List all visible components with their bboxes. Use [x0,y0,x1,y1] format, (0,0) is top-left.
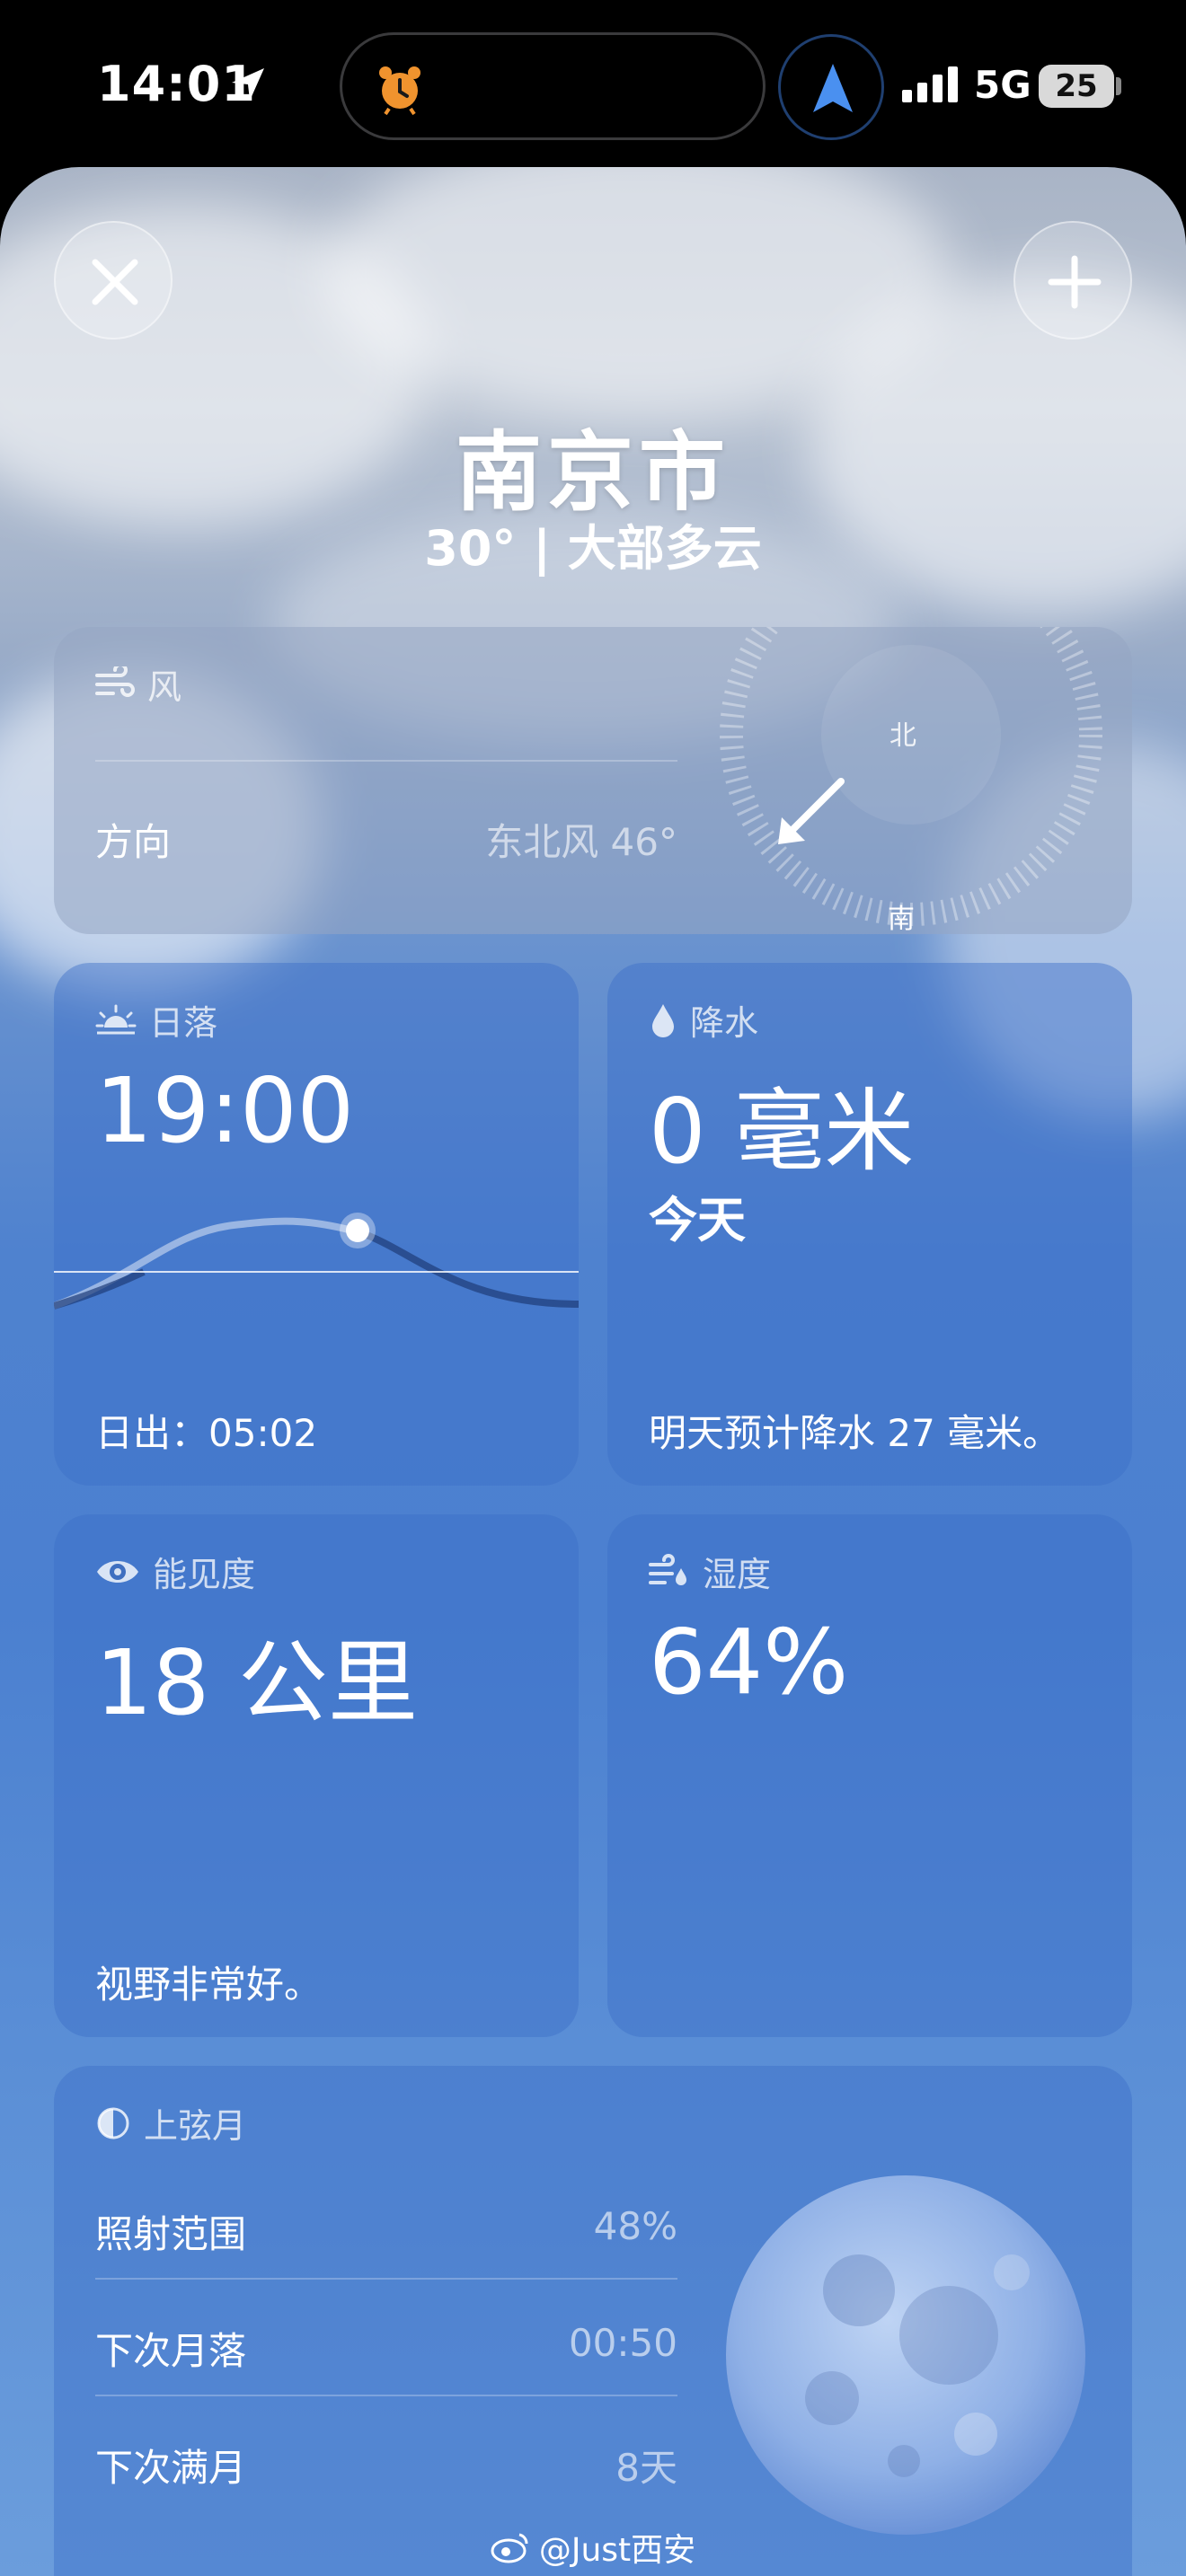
wind-card-title: 风 [147,667,182,707]
next-full-moon-label: 下次满月 [95,2446,247,2490]
watermark: @Just西安 [0,2524,1186,2571]
divider [95,2395,677,2396]
precipitation-period: 今天 [649,1192,746,1248]
wind-direction-value: 东北风 46° [485,820,677,864]
next-moonset-value: 00:50 [568,2321,677,2365]
weibo-logo-icon [491,2533,528,2563]
wind-card-header: 风 [95,659,181,709]
moon-illumination-value: 48% [593,2204,677,2248]
battery-indicator: 25 [1039,65,1114,108]
divider [95,2278,677,2280]
divider [95,760,677,762]
next-moonset-label: 下次月落 [95,2329,247,2373]
moon-illumination-label: 照射范围 [95,2212,247,2256]
wind-direction-label: 方向 [95,820,172,864]
navigation-indicator[interactable] [778,34,884,140]
visibility-card-title: 能见度 [153,1555,256,1594]
moon-card[interactable]: 上弦月 照射范围 48% 下次月落 00:50 下次满月 8天 [54,2066,1132,2576]
visibility-card[interactable]: 能见度 18 公里 视野非常好。 [54,1514,579,2037]
sunset-card-header: 日落 [95,995,217,1045]
visibility-card-header: 能见度 [95,1547,255,1596]
humidity-value: 64% [649,1610,849,1715]
compass-south-label: 南 [888,904,915,935]
navigation-arrow-icon [813,64,853,112]
sunset-time: 19:00 [95,1058,355,1163]
next-full-moon-value: 8天 [615,2446,677,2490]
watermark-text: @Just西安 [538,2532,696,2569]
wind-direction-arrow-icon [778,778,845,844]
precipitation-amount: 0 毫米 [649,1079,915,1184]
network-type: 5G [974,63,1031,107]
precipitation-card-header: 降水 [649,995,758,1045]
wind-icon [95,666,135,697]
plus-icon [1048,255,1102,309]
close-button[interactable] [54,221,173,340]
moon-image [726,2175,1085,2535]
location-arrow-icon [228,65,268,108]
humidity-icon [649,1553,686,1585]
humidity-card[interactable]: 湿度 64% [607,1514,1132,2037]
humidity-card-header: 湿度 [649,1547,771,1596]
battery-tip [1116,77,1121,95]
sun-path-graph [54,1213,579,1310]
precipitation-card[interactable]: 降水 0 毫米 今天 明天预计降水 27 毫米。 [607,963,1132,1486]
wind-card[interactable]: 风 方向 东北风 46° 北 南 [54,627,1132,935]
cellular-signal-icon [902,66,961,106]
alarm-icon [373,62,427,119]
moon-phase-icon [97,2107,129,2139]
weather-sheet: 南京市 30° | 大部多云 风 方向 东北风 46° 北 南 日落 19:00… [0,167,1186,2576]
precipitation-card-title: 降水 [690,1003,759,1043]
precipitation-forecast-note: 明天预计降水 27 毫米。 [649,1411,1061,1455]
moon-card-title: 上弦月 [144,2106,247,2146]
compass-north-label: 北 [890,720,916,752]
dynamic-island[interactable] [340,32,766,140]
close-icon [92,259,138,305]
sunset-card-title: 日落 [149,1003,218,1043]
add-button[interactable] [1013,221,1132,340]
humidity-card-title: 湿度 [703,1555,772,1594]
sunset-icon [95,1004,137,1034]
visibility-value: 18 公里 [95,1630,419,1735]
eye-icon [97,1560,138,1583]
raindrop-icon [652,1003,674,1037]
current-condition: 30° | 大部多云 [424,520,762,577]
sunrise-time: 日出：05:02 [95,1411,318,1455]
status-bar: 14:01 5G 25 [0,0,1186,171]
visibility-note: 视野非常好。 [95,1963,323,2007]
moon-card-header: 上弦月 [95,2098,246,2148]
sunset-card[interactable]: 日落 19:00 日出：05:02 [54,963,579,1486]
